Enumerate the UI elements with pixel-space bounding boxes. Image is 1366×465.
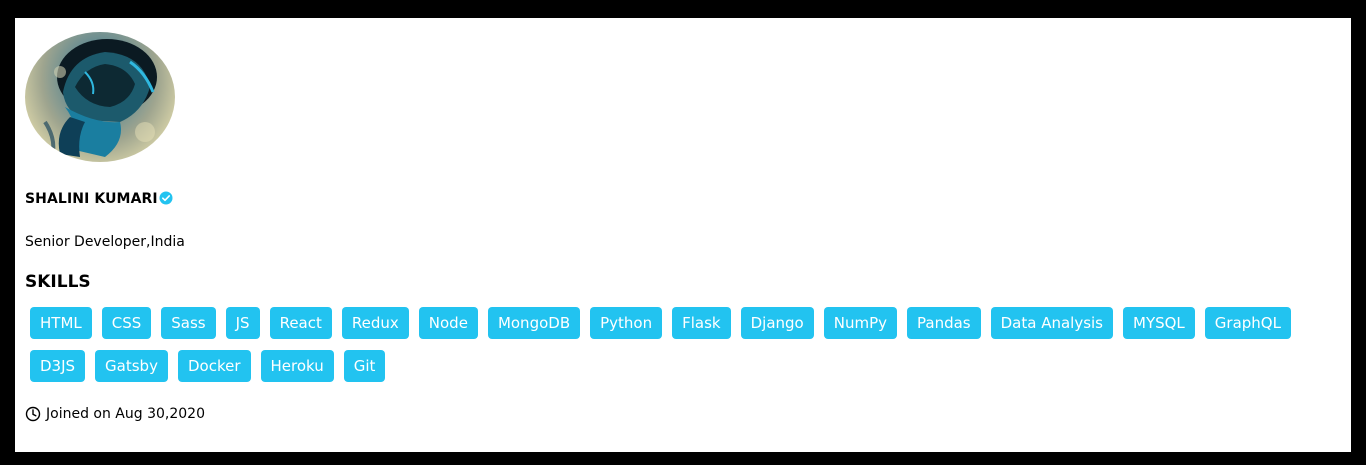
skill-badge[interactable]: NumPy (823, 307, 897, 339)
skill-badge[interactable]: CSS (101, 307, 152, 339)
avatar[interactable] (25, 32, 175, 162)
skill-badge[interactable]: Django (740, 307, 814, 339)
skill-badge[interactable]: GraphQL (1204, 307, 1291, 339)
profile-name: SHALINI KUMARI (25, 191, 158, 207)
verified-check-icon (159, 191, 173, 205)
skill-badge[interactable]: React (269, 307, 332, 339)
skill-badge[interactable]: HTML (30, 307, 92, 339)
skill-badge[interactable]: Node (418, 307, 478, 339)
skill-badge[interactable]: Sass (161, 307, 216, 339)
skill-badge[interactable]: Docker (177, 350, 251, 382)
clock-icon (25, 406, 41, 422)
profile-subtitle: Senior Developer,India (25, 234, 185, 250)
skills-list: HTML CSS Sass JS React Redux Node MongoDB Python… (30, 307, 1330, 393)
skill-badge[interactable]: Data Analysis (990, 307, 1113, 339)
skill-badge[interactable]: D3JS (30, 350, 86, 382)
name-row: SHALINI KUMARI (25, 189, 1341, 209)
skill-badge[interactable]: Python (590, 307, 663, 339)
skill-badge[interactable]: Redux (341, 307, 409, 339)
skill-badge[interactable]: Gatsby (95, 350, 168, 382)
hooded-figure-avatar-icon (43, 39, 157, 157)
skill-badge[interactable]: Heroku (260, 350, 334, 382)
profile-card: SHALINI KUMARI Senior Developer,India SK… (15, 18, 1351, 452)
skill-badge[interactable]: MYSQL (1123, 307, 1195, 339)
skill-badge[interactable]: Git (343, 350, 386, 382)
skills-heading: SKILLS (25, 272, 91, 292)
skill-badge[interactable]: Flask (672, 307, 731, 339)
skill-badge[interactable]: MongoDB (487, 307, 581, 339)
joined-text: Joined on Aug 30,2020 (46, 406, 205, 422)
skill-badge[interactable]: Pandas (907, 307, 981, 339)
skill-badge[interactable]: JS (225, 307, 260, 339)
joined-row: Joined on Aug 30,2020 (25, 404, 1341, 424)
